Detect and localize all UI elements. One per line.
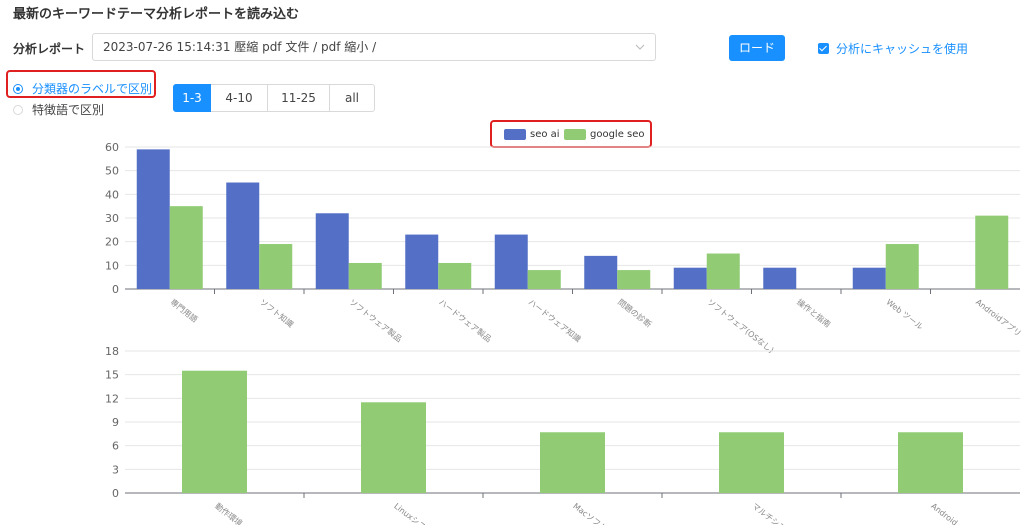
x-tick-label: ソフトウェア製品 bbox=[348, 297, 405, 344]
y-tick-label: 15 bbox=[105, 369, 119, 382]
y-tick-label: 40 bbox=[105, 188, 119, 201]
x-tick-label: 問題の診断 bbox=[616, 297, 654, 330]
y-tick-label: 3 bbox=[112, 463, 119, 476]
x-tick-label: マルチシス bbox=[750, 501, 787, 525]
cache-checkbox-label: 分析にキャッシュを使用 bbox=[836, 42, 969, 56]
legend-swatch bbox=[564, 129, 586, 140]
bar-2-google-seo bbox=[540, 432, 605, 493]
bar-1-google-seo bbox=[438, 262, 472, 289]
bar-1-google-seo bbox=[975, 215, 1009, 289]
report-select[interactable]: 2023-07-26 15:14:31 壓縮 pdf 文件 / pdf 縮小 / bbox=[92, 33, 656, 61]
y-tick-label: 9 bbox=[112, 416, 119, 429]
x-tick-label: ソフト知識 bbox=[258, 297, 296, 330]
y-tick-label: 12 bbox=[105, 392, 119, 405]
bar-1-google-seo bbox=[259, 244, 293, 289]
bar-1-seo-ai bbox=[136, 149, 170, 289]
radio-on-icon bbox=[13, 83, 23, 94]
y-tick-label: 0 bbox=[112, 283, 119, 296]
bar-1-seo-ai bbox=[494, 234, 528, 289]
bar-1-seo-ai bbox=[763, 267, 797, 289]
range-button-1-3[interactable]: 1-3 bbox=[173, 84, 211, 112]
chart-legend: seo ai google seo bbox=[490, 120, 652, 148]
legend-label: google seo bbox=[590, 129, 645, 140]
bar-1-seo-ai bbox=[405, 234, 439, 289]
y-tick-label: 30 bbox=[105, 212, 119, 225]
report-label: 分析レポート bbox=[13, 42, 86, 56]
bar-2-google-seo bbox=[719, 432, 784, 493]
y-tick-label: 60 bbox=[105, 141, 119, 154]
x-tick-label: 専門用語 bbox=[169, 297, 200, 325]
legend-item-seo-ai[interactable]: seo ai bbox=[504, 129, 560, 140]
bar-1-google-seo bbox=[527, 270, 561, 289]
range-button-11-25[interactable]: 11-25 bbox=[268, 84, 330, 112]
y-tick-label: 50 bbox=[105, 165, 119, 178]
radio-classifier-label[interactable]: 分類器のラベルで区別 bbox=[13, 80, 152, 97]
load-button[interactable]: ロード bbox=[729, 35, 785, 61]
y-tick-label: 10 bbox=[105, 259, 119, 272]
bar-1-seo-ai bbox=[584, 255, 618, 289]
x-tick-label: Linuxシス bbox=[392, 501, 427, 525]
bar-1-seo-ai bbox=[226, 182, 260, 289]
report-select-value: 2023-07-26 15:14:31 壓縮 pdf 文件 / pdf 縮小 / bbox=[103, 40, 377, 54]
rank-range-selector: 1-3 4-10 11-25 all bbox=[173, 84, 375, 112]
bar-1-google-seo bbox=[169, 206, 203, 289]
radio-feature-text: 特徴語で区別 bbox=[32, 103, 105, 117]
range-button-all[interactable]: all bbox=[330, 84, 375, 112]
radio-off-icon bbox=[13, 104, 23, 115]
x-tick-label: Macソフト bbox=[571, 501, 608, 525]
x-tick-label: ハードウェア製品 bbox=[437, 297, 494, 344]
legend-swatch bbox=[504, 129, 526, 140]
y-tick-label: 0 bbox=[112, 487, 119, 500]
y-tick-label: 18 bbox=[105, 345, 119, 358]
cache-checkbox[interactable]: 分析にキャッシュを使用 bbox=[818, 40, 968, 57]
x-tick-label: 動作環境 bbox=[213, 501, 244, 525]
bar-1-google-seo bbox=[885, 244, 919, 289]
legend-item-google-seo[interactable]: google seo bbox=[564, 129, 645, 140]
y-tick-label: 6 bbox=[112, 440, 119, 453]
bar-1-google-seo bbox=[617, 270, 651, 289]
radio-feature-word[interactable]: 特徴語で区別 bbox=[13, 101, 104, 118]
bar-1-google-seo bbox=[706, 253, 740, 289]
bar-1-google-seo bbox=[348, 262, 382, 289]
x-tick-label: Web ツール bbox=[885, 297, 925, 331]
radio-classifier-text: 分類器のラベルで区別 bbox=[32, 82, 153, 96]
x-tick-label: ハードウェア知識 bbox=[527, 297, 584, 344]
x-tick-label: Androidアプリ bbox=[974, 297, 1023, 338]
x-tick-label: Android bbox=[929, 501, 959, 525]
legend-label: seo ai bbox=[530, 129, 560, 140]
range-button-4-10[interactable]: 4-10 bbox=[211, 84, 268, 112]
bar-2-google-seo bbox=[361, 402, 426, 493]
x-tick-label: ソフトウェア(OSなし) bbox=[706, 297, 776, 354]
page-title: 最新のキーワードテーマ分析レポートを読み込む bbox=[13, 7, 300, 22]
bar-2-google-seo bbox=[182, 370, 247, 493]
bar-1-seo-ai bbox=[315, 213, 349, 289]
bar-1-seo-ai bbox=[852, 267, 886, 289]
y-tick-label: 20 bbox=[105, 236, 119, 249]
x-tick-label: 操作と指南 bbox=[795, 297, 833, 330]
bar-2-google-seo bbox=[898, 432, 963, 493]
bar-1-seo-ai bbox=[673, 267, 707, 289]
checkbox-checked-icon bbox=[818, 43, 829, 54]
chevron-down-icon bbox=[635, 44, 645, 50]
